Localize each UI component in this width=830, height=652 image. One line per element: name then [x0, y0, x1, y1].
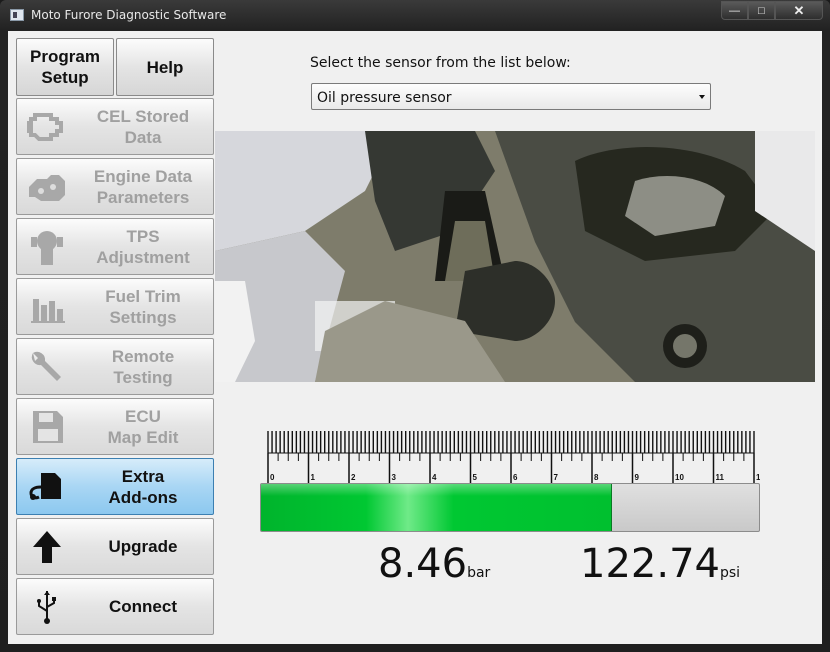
title-bar[interactable]: Moto Furore Diagnostic Software — □ ✕: [0, 0, 830, 30]
plug-module-icon: [29, 473, 61, 500]
upgrade-button[interactable]: Upgrade: [16, 518, 214, 575]
gauge-scale: 0123456789101112: [267, 431, 760, 483]
scale-label: 4: [432, 473, 437, 482]
scale-label: 8: [594, 473, 599, 482]
cel-stored-data-button[interactable]: CEL Stored Data: [16, 98, 214, 155]
program-setup-button[interactable]: Program Setup: [16, 38, 114, 96]
upgrade-label: Upgrade: [108, 537, 178, 556]
app-icon: [10, 9, 24, 21]
scale-label: 10: [675, 473, 684, 482]
scale-label: 5: [473, 473, 478, 482]
engine-check-icon: [27, 113, 63, 141]
sensor-select-prompt: Select the sensor from the list below:: [310, 55, 571, 71]
scale-label: 3: [392, 473, 397, 482]
close-button[interactable]: ✕: [775, 1, 823, 20]
psi-value: 122.74: [580, 541, 720, 587]
scale-label: 11: [716, 473, 725, 482]
bar-value: 8.46: [378, 541, 468, 587]
scale-label: 2: [351, 473, 356, 482]
engine-block-icon: [29, 175, 65, 201]
app-window: Moto Furore Diagnostic Software — □ ✕ Pr…: [0, 0, 830, 652]
tps-adjustment-label: TPS Adjustment: [96, 226, 190, 267]
remote-testing-button[interactable]: Remote Testing: [16, 338, 214, 395]
bar-chart-icon: [31, 299, 65, 323]
help-button[interactable]: Help: [116, 38, 214, 96]
floppy-disk-icon: [33, 411, 63, 443]
engine-data-parameters-button[interactable]: Engine Data Parameters: [16, 158, 214, 215]
close-icon: ✕: [793, 2, 805, 18]
extra-add-ons-button[interactable]: Extra Add-ons: [16, 458, 214, 515]
ecu-map-edit-label: ECU Map Edit: [107, 406, 179, 447]
ecu-map-edit-button[interactable]: ECU Map Edit: [16, 398, 214, 455]
minimize-button[interactable]: —: [721, 1, 748, 20]
connect-label: Connect: [109, 597, 177, 616]
psi-unit: psi: [719, 565, 741, 581]
throttle-body-icon: [31, 231, 63, 265]
scale-label: 0: [270, 473, 275, 482]
maximize-icon: □: [758, 4, 765, 17]
fuel-trim-settings-label: Fuel Trim Settings: [105, 286, 181, 327]
bar-unit: bar: [467, 565, 491, 581]
scale-label: 12: [756, 473, 760, 482]
bar-readout: 8.46bar: [378, 541, 490, 587]
cel-stored-data-label: CEL Stored Data: [96, 106, 190, 147]
psi-readout: 122.74psi: [580, 541, 740, 587]
scale-label: 9: [635, 473, 640, 482]
pressure-gauge: [260, 483, 760, 532]
engine-data-parameters-label: Engine Data Parameters: [93, 166, 193, 207]
connect-button[interactable]: Connect: [16, 578, 214, 635]
chevron-down-icon: [699, 95, 705, 99]
sensor-dropdown-value: Oil pressure sensor: [317, 90, 452, 106]
sensor-dropdown[interactable]: Oil pressure sensor: [311, 83, 711, 110]
scale-label: 6: [513, 473, 518, 482]
arrow-up-icon: [33, 531, 61, 563]
extra-add-ons-label: Extra Add-ons: [108, 466, 178, 507]
scale-label: 1: [311, 473, 316, 482]
remote-testing-label: Remote Testing: [111, 346, 175, 387]
minimize-icon: —: [729, 4, 740, 17]
window-title: Moto Furore Diagnostic Software: [31, 8, 227, 22]
main-panel: Program Setup Help CEL Stored Data Engin…: [8, 31, 822, 644]
usb-icon: [37, 591, 56, 624]
fuel-trim-settings-button[interactable]: Fuel Trim Settings: [16, 278, 214, 335]
tps-adjustment-button[interactable]: TPS Adjustment: [16, 218, 214, 275]
sensor-photo: [215, 131, 815, 382]
maximize-button[interactable]: □: [748, 1, 775, 20]
pressure-gauge-fill: [261, 484, 613, 531]
wrench-icon: [31, 351, 61, 381]
scale-label: 7: [554, 473, 559, 482]
